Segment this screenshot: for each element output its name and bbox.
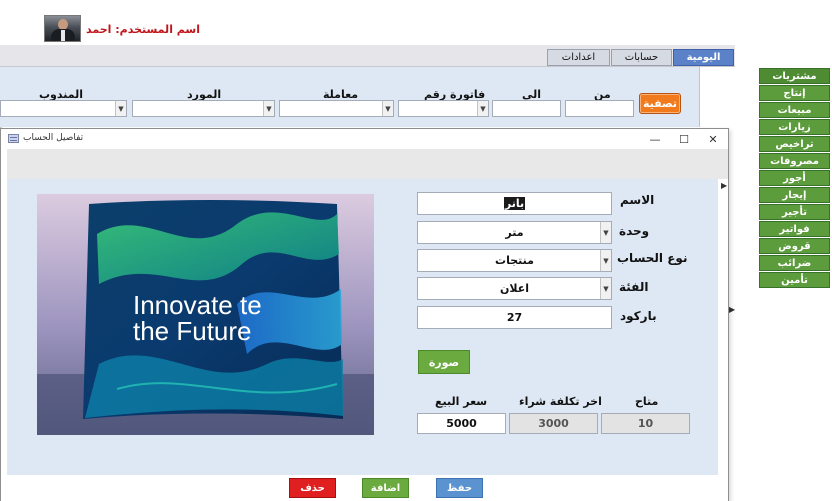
from-date-input[interactable] <box>565 100 634 117</box>
side-item-visits[interactable]: زيارات <box>759 119 830 135</box>
transaction-select[interactable]: ▼ <box>279 100 394 117</box>
chevron-down-icon: ▼ <box>600 222 611 243</box>
account-type-select[interactable]: ▼ منتجات <box>417 249 612 272</box>
barcode-value: 27 <box>506 311 523 324</box>
unit-select[interactable]: ▼ متر <box>417 221 612 244</box>
name-field[interactable]: بانر <box>417 192 612 215</box>
side-item-leasing[interactable]: تأجير <box>759 204 830 220</box>
account-type-label: نوع الحساب <box>617 251 688 265</box>
name-label: الاسم <box>620 193 655 207</box>
save-button[interactable]: حفظ <box>436 478 483 498</box>
banner-line-2: the Future <box>133 316 252 346</box>
side-item-production[interactable]: إنتاج <box>759 85 830 101</box>
form-icon <box>8 134 19 143</box>
scroll-right-icon[interactable]: ▶ <box>721 181 727 190</box>
barcode-label: باركود <box>620 309 657 323</box>
name-value: بانر <box>503 197 526 210</box>
add-button[interactable]: اضافة <box>362 478 409 498</box>
side-item-invoices[interactable]: فواتير <box>759 221 830 237</box>
category-label: الفئة <box>619 280 649 294</box>
barcode-field[interactable]: 27 <box>417 306 612 329</box>
available-label: متاح <box>635 395 659 408</box>
account-type-value: منتجات <box>495 254 534 267</box>
chevron-down-icon: ▼ <box>600 278 611 299</box>
dialog-titlebar: تفاصيل الحساب — ☐ ✕ <box>1 129 728 149</box>
chevron-down-icon: ▼ <box>263 101 274 116</box>
splitter-arrow-icon[interactable]: ▶ <box>729 305 735 314</box>
available-value: 10 <box>601 413 690 434</box>
user-bar: اسم المستخدم: احمد <box>0 0 832 45</box>
side-item-rent[interactable]: إيجار <box>759 187 830 203</box>
side-item-wages[interactable]: أجور <box>759 170 830 186</box>
tab-settings[interactable]: اعدادات <box>547 49 610 66</box>
sale-price-field[interactable]: 5000 <box>417 413 506 434</box>
to-date-input[interactable] <box>492 100 561 117</box>
dialog-title: تفاصيل الحساب <box>23 133 84 143</box>
tab-daily[interactable]: اليومية <box>673 49 734 66</box>
banner-graphic: Innovate te the Future <box>37 194 374 435</box>
last-cost-value: 3000 <box>509 413 598 434</box>
side-item-expenses[interactable]: مصروفات <box>759 153 830 169</box>
side-item-insurance[interactable]: تأمين <box>759 272 830 288</box>
maximize-icon[interactable]: ☐ <box>670 131 698 147</box>
supplier-select[interactable]: ▼ <box>132 100 275 117</box>
sale-price-label: سعر البيع <box>435 395 488 408</box>
chevron-down-icon: ▼ <box>382 101 393 116</box>
last-cost-label: اخر تكلفة شراء <box>519 395 602 408</box>
username-label: اسم المستخدم: احمد <box>86 23 201 36</box>
unit-label: وحدة <box>619 224 650 238</box>
close-icon[interactable]: ✕ <box>699 131 727 147</box>
photo-button[interactable]: صورة <box>418 350 470 374</box>
delegate-select[interactable]: ▼ <box>0 100 127 117</box>
unit-value: متر <box>505 226 524 239</box>
category-value: اعلان <box>499 282 530 295</box>
avatar <box>44 15 81 42</box>
side-item-purchases[interactable]: مشتريات <box>759 68 830 84</box>
delete-button[interactable]: حذف <box>289 478 336 498</box>
minimize-icon[interactable]: — <box>641 131 669 147</box>
tab-accounts[interactable]: حسابات <box>611 49 672 66</box>
category-select[interactable]: ▼ اعلان <box>417 277 612 300</box>
filter-button[interactable]: تصفية <box>639 93 681 114</box>
invoice-select[interactable]: ▼ <box>398 100 489 117</box>
chevron-down-icon: ▼ <box>600 250 611 271</box>
side-menu: مشتريات إنتاج مبيعات زيارات تراخيص مصروف… <box>759 68 830 289</box>
chevron-down-icon: ▼ <box>477 101 488 116</box>
chevron-down-icon: ▼ <box>115 101 126 116</box>
side-item-sales[interactable]: مبيعات <box>759 102 830 118</box>
dialog-header <box>7 149 728 179</box>
side-item-loans[interactable]: قروض <box>759 238 830 254</box>
side-item-taxes[interactable]: ضرائب <box>759 255 830 271</box>
product-image: Innovate te the Future <box>37 194 374 435</box>
side-item-licenses[interactable]: تراخيص <box>759 136 830 152</box>
